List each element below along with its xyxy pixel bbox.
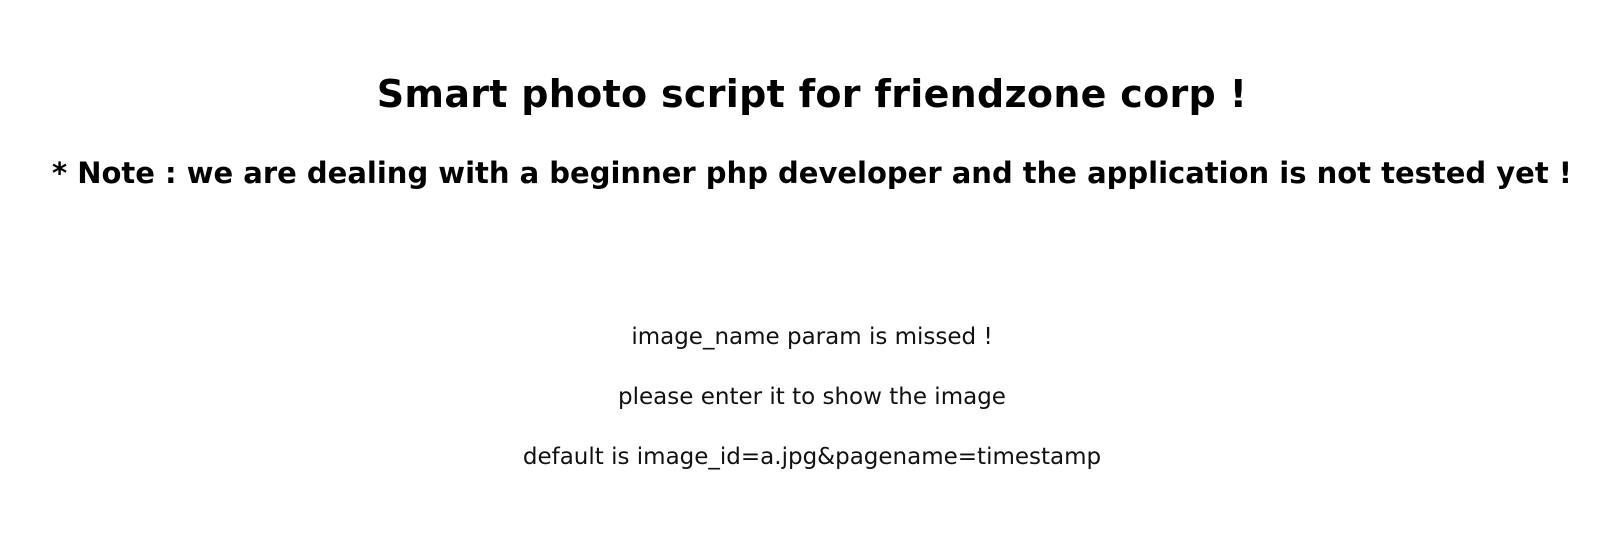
page-title: Smart photo script for friendzone corp ! [376,72,1248,116]
developer-note: * Note : we are dealing with a beginner … [51,156,1573,190]
missing-param-message: image_name param is missed ! [631,324,993,350]
default-hint-message: default is image_id=a.jpg&pagename=times… [522,444,1102,470]
instruction-message: please enter it to show the image [618,384,1006,410]
